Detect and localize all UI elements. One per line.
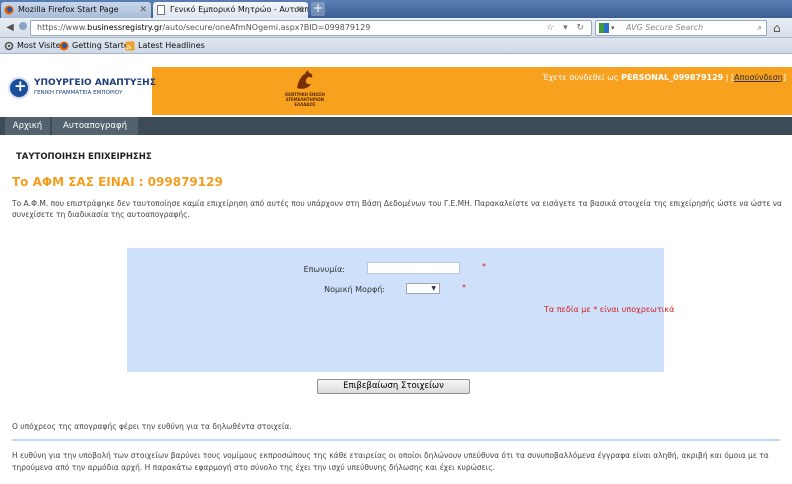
rss-feed-icon — [125, 41, 135, 51]
required-fields-note: Τα πεδία με * είναι υποχρεωτικά — [544, 305, 675, 314]
tab-bar: Mozilla Firefox Start Page ✕ Γενικό Εμπο… — [0, 0, 792, 18]
search-input[interactable]: ▾ AVG Secure Search ⌕ — [595, 20, 767, 36]
bookmark-most-visited[interactable]: Most Visited — [4, 38, 66, 54]
chevron-down-icon: ▼ — [431, 285, 436, 292]
page-content: ΥΠΟΥΡΓΕΙΟ ΑΝΑΠΤΥΞΗΣ ΓΕΝΙΚΗ ΓΡΑΜΜΑΤΕΙΑ ΕΜ… — [0, 55, 792, 484]
tab-label: Γενικό Εμπορικό Μητρώο - Αυτοαπ... — [170, 5, 308, 14]
menu-item-home[interactable]: Αρχική — [5, 117, 50, 135]
gear-icon — [4, 41, 14, 51]
logout-link[interactable]: Αποσύνδεση — [734, 73, 783, 82]
divider — [12, 439, 780, 441]
search-placeholder: AVG Secure Search — [626, 23, 704, 32]
business-form: Επωνυμία: * Νομική Μορφή: ▼ * Τα πεδία μ… — [127, 248, 674, 372]
site-header: ΥΠΟΥΡΓΕΙΟ ΑΝΑΠΤΥΞΗΣ ΓΕΝΙΚΗ ΓΡΑΜΜΑΤΕΙΑ ΕΜ… — [0, 67, 792, 115]
ministry-logo[interactable]: ΥΠΟΥΡΓΕΙΟ ΑΝΑΠΤΥΞΗΣ ΓΕΝΙΚΗ ΓΡΑΜΜΑΤΕΙΑ ΕΜ… — [8, 75, 156, 107]
close-tab-icon[interactable]: ✕ — [139, 2, 147, 18]
ministry-subtitle: ΓΕΝΙΚΗ ΓΡΑΜΜΑΤΕΙΑ ΕΜΠΟΡΙΟΥ — [34, 90, 123, 96]
login-username: PERSONAL_099879129 — [621, 73, 724, 82]
tab-firefox-start[interactable]: Mozilla Firefox Start Page ✕ — [1, 2, 151, 18]
close-tab-icon[interactable]: ✕ — [296, 2, 304, 18]
login-prefix: Έχετε συνδεθεί ως — [542, 73, 619, 82]
page-title: ΤΑΥΤΟΠΟΙΗΣΗ ΕΠΙΧΕΙΡΗΣΗΣ — [16, 152, 152, 162]
bookmark-latest-headlines[interactable]: Latest Headlines — [125, 38, 205, 54]
responsibility-text: Ο υπόχρεος της απογραφής φέρει την ευθύν… — [12, 422, 292, 431]
name-label: Επωνυμία: — [303, 265, 345, 274]
search-engine-icon — [599, 23, 609, 33]
required-marker: * — [462, 283, 466, 292]
site-identity-icon[interactable] — [16, 21, 30, 35]
required-marker: * — [482, 262, 486, 271]
legal-form-select[interactable]: ▼ — [406, 283, 440, 294]
firefox-icon — [4, 5, 14, 15]
navigation-toolbar: ◀ https://www.businessregistry.gr/auto/s… — [0, 18, 792, 38]
tab-business-registry[interactable]: Γενικό Εμπορικό Μητρώο - Αυτοαπ... ✕ — [153, 2, 308, 18]
bookmark-getting-started[interactable]: Getting Started — [59, 38, 134, 54]
url-domain: businessregistry.gr — [87, 23, 163, 32]
bookmark-star-icon[interactable]: ☆ ▾ ↻ — [546, 21, 587, 35]
url-path: /auto/secure/oneAfmNOgemi.aspx?BID=09987… — [162, 23, 371, 32]
firefox-icon — [59, 41, 69, 51]
name-input[interactable] — [367, 262, 460, 274]
bookmark-label: Latest Headlines — [138, 41, 205, 50]
greek-emblem-icon — [8, 77, 30, 99]
tab-label: Mozilla Firefox Start Page — [18, 5, 119, 14]
afm-heading: Το ΑΦΜ ΣΑΣ ΕΙΝΑΙ : 099879129 — [12, 175, 223, 189]
chambers-emblem-icon — [297, 70, 313, 89]
url-bar[interactable]: https://www.businessregistry.gr/auto/sec… — [30, 20, 592, 36]
url-prefix: https://www. — [37, 23, 88, 32]
legal-footnote: Η ευθύνη για την υποβολή των στοιχείων β… — [12, 451, 769, 472]
search-icon[interactable]: ⌕ — [758, 21, 762, 35]
menu-item-self-registration[interactable]: Αυτοαπογραφή — [52, 117, 138, 135]
confirm-details-button[interactable]: Επιβεβαίωση Στοιχείων — [317, 379, 470, 394]
home-icon[interactable]: ⌂ — [773, 21, 781, 35]
bookmarks-toolbar: Most Visited Getting Started Latest Head… — [0, 38, 792, 54]
ministry-name: ΥΠΟΥΡΓΕΙΟ ΑΝΑΠΤΥΞΗΣ — [34, 78, 156, 88]
main-menu: Αρχική Αυτοαπογραφή — [0, 117, 792, 135]
page-icon — [157, 5, 165, 15]
logo-line-3: ΕΛΛΑΔΟΣ — [294, 102, 316, 107]
chevron-down-icon[interactable]: ▾ — [611, 21, 615, 35]
intro-text: Το Α.Φ.Μ. που επιστράφηκε δεν ταυτοποίησ… — [12, 199, 782, 219]
back-icon[interactable]: ◀ — [3, 21, 17, 35]
login-status: Έχετε συνδεθεί ως PERSONAL_099879129 | [… — [542, 73, 786, 82]
new-tab-button[interactable]: + — [311, 2, 325, 16]
chambers-logo: ΚΕΝΤΡΙΚΗ ΕΝΩΣΗ ΕΠΙΜΕΛΗΤΗΡΙΩΝ ΕΛΛΑΔΟΣ — [280, 70, 330, 112]
legal-form-label: Νομική Μορφή: — [324, 285, 385, 294]
